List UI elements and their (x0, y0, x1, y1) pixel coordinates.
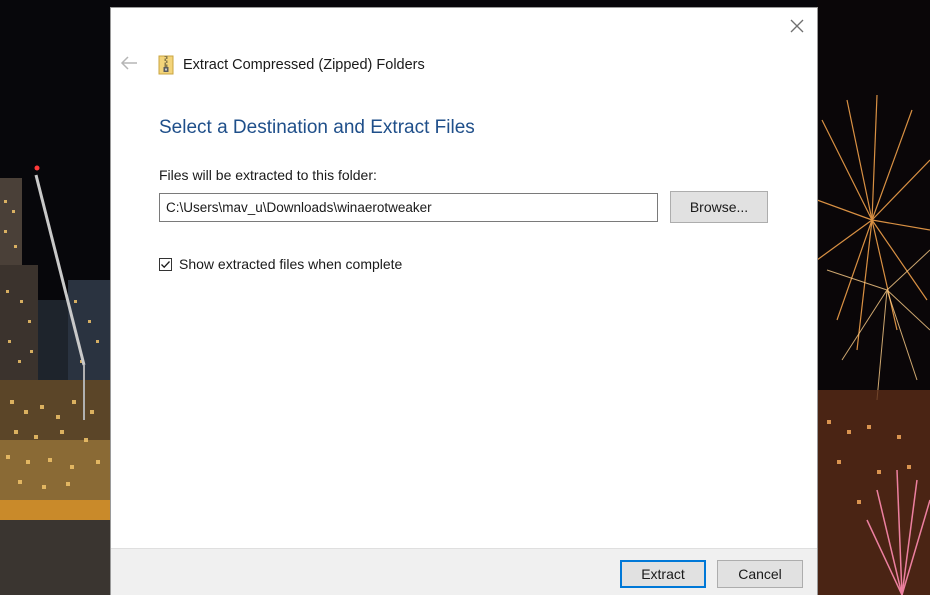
close-icon[interactable] (789, 18, 805, 34)
checkmark-icon (161, 260, 170, 268)
show-files-checkbox[interactable] (159, 257, 172, 271)
browse-button[interactable]: Browse... (670, 191, 768, 223)
back-arrow-icon[interactable] (120, 56, 138, 70)
extract-dialog: Extract Compressed (Zipped) Folders Sele… (111, 8, 817, 595)
cancel-button[interactable]: Cancel (717, 560, 803, 588)
extract-button[interactable]: Extract (620, 560, 706, 588)
zip-folder-icon (158, 55, 174, 75)
page-heading: Select a Destination and Extract Files (159, 117, 475, 138)
destination-label: Files will be extracted to this folder: (159, 167, 377, 183)
dialog-footer: Extract Cancel (111, 548, 817, 595)
destination-path-input[interactable] (159, 193, 658, 222)
wallpaper-city-skyline (0, 0, 111, 595)
dialog-title: Extract Compressed (Zipped) Folders (183, 57, 425, 73)
dialog-title-bar: Extract Compressed (Zipped) Folders (158, 54, 425, 76)
show-files-label: Show extracted files when complete (179, 256, 403, 272)
show-files-option[interactable]: Show extracted files when complete (159, 256, 402, 272)
wallpaper-fireworks (817, 0, 930, 595)
